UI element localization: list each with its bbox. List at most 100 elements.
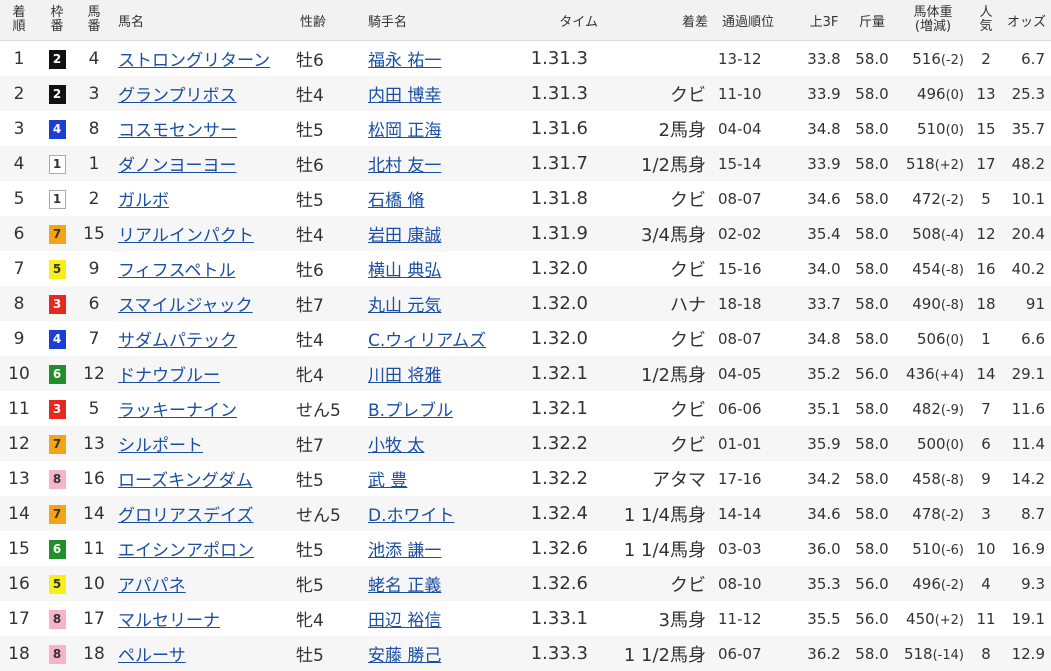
jockey-name-link[interactable]: B.プレブル (368, 401, 453, 421)
body-weight-value: 518 (906, 155, 935, 173)
popularity: 5 (970, 181, 1002, 216)
horse-name-cell: ドナウブルー (112, 356, 294, 391)
odds: 6.7 (1002, 41, 1051, 77)
gate-badge: 8 (49, 610, 66, 629)
col-load: 斤量 (848, 0, 896, 41)
body-weight-diff: (-9) (941, 403, 964, 418)
horse-name-link[interactable]: ダノンヨーヨー (118, 156, 237, 176)
horse-name-link[interactable]: エイシンアポロン (118, 541, 254, 561)
body-weight: 472(-2) (896, 181, 970, 216)
popularity: 6 (970, 426, 1002, 461)
last-3f: 36.0 (800, 531, 848, 566)
body-weight-value: 500 (917, 435, 946, 453)
horse-name-cell: ローズキングダム (112, 461, 294, 496)
jockey-name-link[interactable]: D.ホワイト (368, 506, 455, 526)
jockey-name-link[interactable]: 丸山 元気 (368, 296, 441, 316)
last-3f: 35.2 (800, 356, 848, 391)
jockey-cell: 池添 謙一 (362, 531, 512, 566)
jockey-name-link[interactable]: 横山 典弘 (368, 261, 441, 281)
odds: 40.2 (1002, 251, 1051, 286)
horse-name-link[interactable]: グランプリボス (118, 86, 237, 106)
jockey-name-link[interactable]: 北村 友一 (368, 156, 441, 176)
passing-order: 11-10 (716, 76, 800, 111)
load-weight: 58.0 (848, 391, 896, 426)
horse-name-link[interactable]: サダムパテック (118, 331, 237, 351)
gate-badge: 2 (49, 50, 66, 69)
last-3f: 36.2 (800, 636, 848, 671)
passing-order: 15-16 (716, 251, 800, 286)
finish-position: 10 (0, 356, 38, 391)
table-row: 2 2 3 グランプリボス 牡4 内田 博幸 1.31.3 クビ 11-10 3… (0, 76, 1051, 111)
horse-name-link[interactable]: マルセリーナ (118, 611, 220, 631)
body-weight: 510(-6) (896, 531, 970, 566)
horse-name-link[interactable]: スマイルジャック (118, 296, 253, 316)
horse-name-link[interactable]: ガルボ (118, 191, 169, 211)
jockey-name-link[interactable]: 池添 謙一 (368, 541, 441, 561)
horse-name-link[interactable]: ドナウブルー (118, 366, 220, 386)
table-body: 1 2 4 ストロングリターン 牡6 福永 祐一 1.31.3 13-12 33… (0, 41, 1051, 671)
jockey-cell: 内田 博幸 (362, 76, 512, 111)
table-row: 1 2 4 ストロングリターン 牡6 福永 祐一 1.31.3 13-12 33… (0, 41, 1051, 77)
horse-number: 1 (76, 146, 112, 181)
race-time: 1.32.1 (512, 356, 606, 391)
jockey-name-link[interactable]: 田辺 裕信 (368, 611, 441, 631)
jockey-name-link[interactable]: 蛯名 正義 (368, 576, 441, 596)
race-time: 1.33.1 (512, 601, 606, 636)
jockey-name-link[interactable]: C.ウィリアムズ (368, 331, 486, 351)
sex-age: せん5 (294, 391, 362, 426)
jockey-name-link[interactable]: 川田 将雅 (368, 366, 441, 386)
jockey-name-link[interactable]: 石橋 脩 (368, 191, 424, 211)
horse-name-link[interactable]: フィフスペトル (118, 261, 235, 281)
odds: 9.3 (1002, 566, 1051, 601)
popularity: 18 (970, 286, 1002, 321)
col-sex-age: 性齢 (294, 0, 362, 41)
last-3f: 34.8 (800, 111, 848, 146)
odds: 12.9 (1002, 636, 1051, 671)
body-weight: 454(-8) (896, 251, 970, 286)
horse-number: 12 (76, 356, 112, 391)
last-3f: 33.7 (800, 286, 848, 321)
jockey-name-link[interactable]: 福永 祐一 (368, 51, 441, 71)
jockey-name-link[interactable]: 岩田 康誠 (368, 226, 441, 246)
table-row: 14 7 14 グロリアスデイズ せん5 D.ホワイト 1.32.4 1 1/4… (0, 496, 1051, 531)
table-row: 18 8 18 ペルーサ 牡5 安藤 勝己 1.33.3 1 1/2馬身 06-… (0, 636, 1051, 671)
last-3f: 35.9 (800, 426, 848, 461)
last-3f: 34.0 (800, 251, 848, 286)
horse-name-link[interactable]: ペルーサ (118, 646, 186, 666)
jockey-name-link[interactable]: 安藤 勝己 (368, 646, 441, 666)
horse-name-link[interactable]: ストロングリターン (118, 51, 270, 71)
horse-number: 15 (76, 216, 112, 251)
body-weight: 496(0) (896, 76, 970, 111)
popularity: 17 (970, 146, 1002, 181)
jockey-name-link[interactable]: 武 豊 (368, 471, 407, 491)
popularity: 10 (970, 531, 1002, 566)
jockey-name-link[interactable]: 松岡 正海 (368, 121, 441, 141)
horse-name-link[interactable]: シルポート (118, 436, 203, 456)
horse-name-link[interactable]: ローズキングダム (118, 471, 253, 491)
jockey-cell: 福永 祐一 (362, 41, 512, 77)
finish-position: 18 (0, 636, 38, 671)
race-time: 1.33.3 (512, 636, 606, 671)
jockey-name-link[interactable]: 内田 博幸 (368, 86, 441, 106)
col-finish: 着順 (0, 0, 38, 41)
body-weight-value: 490 (912, 295, 941, 313)
horse-name-link[interactable]: リアルインパクト (118, 226, 254, 246)
jockey-name-link[interactable]: 小牧 太 (368, 436, 424, 456)
horse-name-link[interactable]: アパパネ (118, 576, 186, 596)
jockey-cell: 横山 典弘 (362, 251, 512, 286)
passing-order: 17-16 (716, 461, 800, 496)
table-row: 12 7 13 シルポート 牡7 小牧 太 1.32.2 クビ 01-01 35… (0, 426, 1051, 461)
odds: 20.4 (1002, 216, 1051, 251)
sex-age: 牡4 (294, 76, 362, 111)
horse-name-link[interactable]: グロリアスデイズ (118, 506, 254, 526)
margin: クビ (606, 181, 716, 216)
load-weight: 58.0 (848, 251, 896, 286)
gate-cell: 2 (38, 76, 76, 111)
body-weight: 506(0) (896, 321, 970, 356)
horse-name-link[interactable]: ラッキーナイン (118, 401, 237, 421)
body-weight-value: 436 (906, 365, 935, 383)
horse-name-link[interactable]: コスモセンサー (118, 121, 237, 141)
load-weight: 58.0 (848, 181, 896, 216)
race-time: 1.31.9 (512, 216, 606, 251)
horse-number: 7 (76, 321, 112, 356)
